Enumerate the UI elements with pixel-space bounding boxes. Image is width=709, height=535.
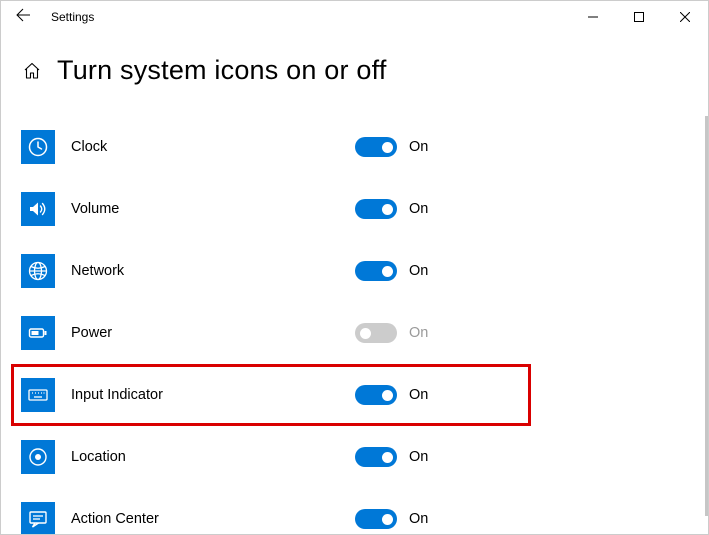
close-button[interactable] xyxy=(662,1,708,33)
toggle-power xyxy=(355,323,397,343)
row-action-center: Action Center On xyxy=(21,488,704,534)
toggle-state-label: On xyxy=(409,387,428,403)
toggle-state-label: On xyxy=(409,139,428,155)
toggle-network[interactable] xyxy=(355,261,397,281)
toggle-group-action-center: On xyxy=(355,509,428,529)
content-area: Turn system icons on or off ClockOnVolum… xyxy=(1,41,704,534)
label-clock: Clock xyxy=(55,139,355,155)
page-title: Turn system icons on or off xyxy=(57,55,387,86)
action-center-icon xyxy=(21,502,55,534)
maximize-button[interactable] xyxy=(616,1,662,33)
label-network: Network xyxy=(55,263,355,279)
toggle-group-location: On xyxy=(355,447,428,467)
titlebar: Settings xyxy=(1,1,708,33)
toggle-volume[interactable] xyxy=(355,199,397,219)
icon-toggle-list: Clock On Volume On Network On Power On Input Ind… xyxy=(21,116,704,534)
back-arrow-icon xyxy=(15,7,31,27)
row-clock: Clock On xyxy=(21,116,704,178)
toggle-group-volume: On xyxy=(355,199,428,219)
label-action-center: Action Center xyxy=(55,511,355,527)
home-icon[interactable] xyxy=(21,60,43,82)
row-network: Network On xyxy=(21,240,704,302)
settings-window: Settings Turn system icons on or off Clo… xyxy=(0,0,709,535)
minimize-button[interactable] xyxy=(570,1,616,33)
toggle-knob xyxy=(382,204,393,215)
toggle-knob xyxy=(382,514,393,525)
scrollbar[interactable] xyxy=(705,116,708,516)
window-title: Settings xyxy=(45,10,94,24)
power-icon xyxy=(21,316,55,350)
label-location: Location xyxy=(55,449,355,465)
toggle-clock[interactable] xyxy=(355,137,397,157)
toggle-group-network: On xyxy=(355,261,428,281)
row-power: Power On xyxy=(21,302,704,364)
row-volume: Volume On xyxy=(21,178,704,240)
toggle-input-indicator[interactable] xyxy=(355,385,397,405)
toggle-location[interactable] xyxy=(355,447,397,467)
toggle-group-clock: On xyxy=(355,137,428,157)
toggle-state-label: On xyxy=(409,201,428,217)
row-input-indicator: Input Indicator On xyxy=(11,364,531,426)
label-volume: Volume xyxy=(55,201,355,217)
window-controls xyxy=(570,1,708,33)
toggle-group-input-indicator: On xyxy=(355,385,428,405)
volume-icon xyxy=(21,192,55,226)
toggle-knob xyxy=(382,390,393,401)
toggle-state-label: On xyxy=(409,263,428,279)
label-power: Power xyxy=(55,325,355,341)
keyboard-icon xyxy=(21,378,55,412)
toggle-state-label: On xyxy=(409,511,428,527)
toggle-group-power: On xyxy=(355,323,428,343)
toggle-knob xyxy=(382,142,393,153)
toggle-knob xyxy=(382,452,393,463)
toggle-knob xyxy=(382,266,393,277)
page-header: Turn system icons on or off xyxy=(21,55,704,86)
clock-icon xyxy=(21,130,55,164)
toggle-knob xyxy=(360,328,371,339)
network-icon xyxy=(21,254,55,288)
label-input-indicator: Input Indicator xyxy=(55,387,355,403)
toggle-state-label: On xyxy=(409,449,428,465)
location-icon xyxy=(21,440,55,474)
row-location: Location On xyxy=(21,426,704,488)
back-button[interactable] xyxy=(1,1,45,33)
toggle-state-label: On xyxy=(409,325,428,341)
toggle-action-center[interactable] xyxy=(355,509,397,529)
